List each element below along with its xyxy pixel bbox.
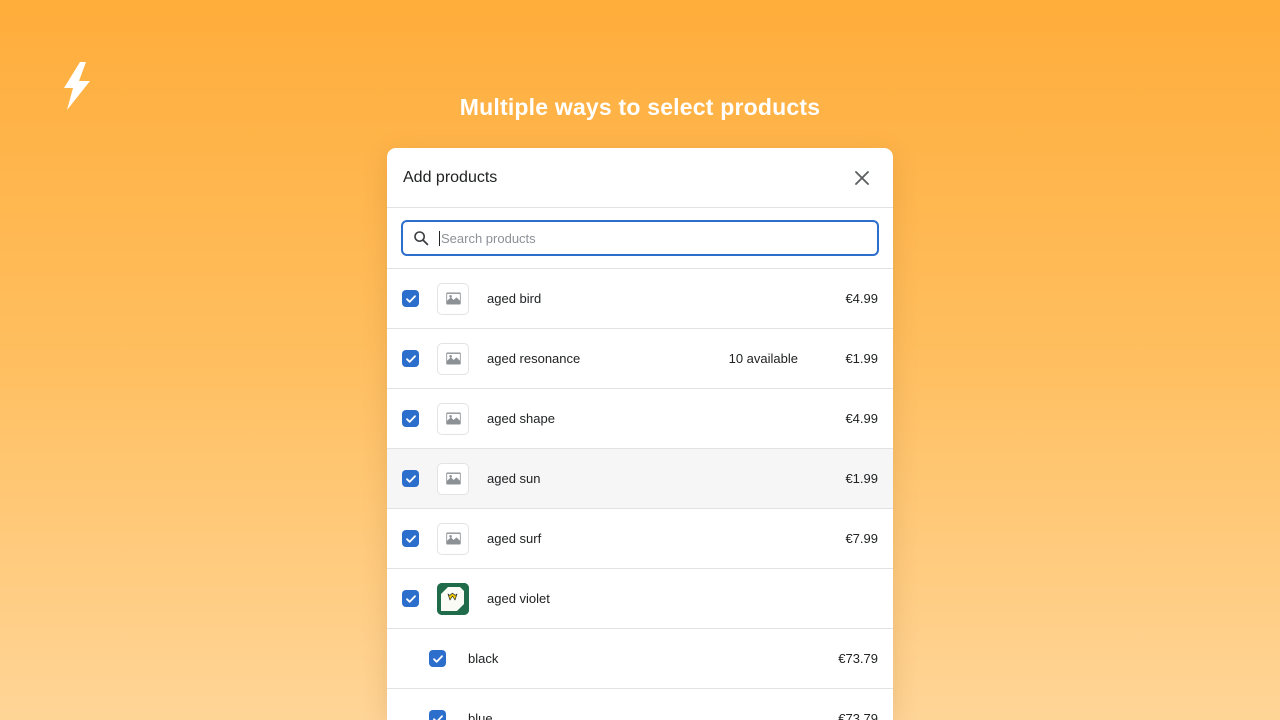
add-products-modal: Add products Search products aged bird€4… bbox=[387, 148, 893, 720]
product-row[interactable]: aged resonance10 available €1.99 bbox=[387, 328, 893, 388]
image-placeholder-icon bbox=[445, 470, 462, 487]
product-checkbox[interactable] bbox=[402, 530, 419, 547]
product-name: aged surf bbox=[487, 531, 824, 546]
close-button[interactable] bbox=[847, 163, 877, 193]
checkmark-icon bbox=[405, 353, 417, 365]
product-price: €73.79 bbox=[824, 651, 878, 666]
modal-header: Add products bbox=[387, 148, 893, 208]
checkmark-icon bbox=[432, 653, 444, 665]
image-placeholder-icon bbox=[445, 410, 462, 427]
product-thumbnail bbox=[437, 463, 469, 495]
product-thumbnail bbox=[437, 523, 469, 555]
product-price: €4.99 bbox=[824, 411, 878, 426]
product-name: aged sun bbox=[487, 471, 824, 486]
product-name: aged resonance bbox=[487, 351, 729, 366]
image-placeholder-icon bbox=[445, 530, 462, 547]
product-row[interactable]: aged sun€1.99 bbox=[387, 448, 893, 508]
product-name: aged bird bbox=[487, 291, 824, 306]
product-row[interactable]: aged bird€4.99 bbox=[387, 268, 893, 328]
product-row[interactable]: aged shape€4.99 bbox=[387, 388, 893, 448]
product-checkbox[interactable] bbox=[429, 710, 446, 720]
image-placeholder-icon bbox=[445, 290, 462, 307]
checkmark-icon bbox=[405, 293, 417, 305]
variant-row[interactable]: black€73.79 bbox=[387, 628, 893, 688]
product-price: €4.99 bbox=[824, 291, 878, 306]
image-placeholder-icon bbox=[445, 350, 462, 367]
product-thumbnail bbox=[437, 283, 469, 315]
checkmark-icon bbox=[405, 533, 417, 545]
search-input[interactable]: Search products bbox=[402, 221, 878, 255]
checkmark-icon bbox=[432, 713, 444, 720]
product-name: blue bbox=[468, 711, 824, 720]
product-name: aged violet bbox=[487, 591, 824, 606]
product-thumbnail bbox=[437, 583, 469, 615]
product-list[interactable]: aged bird€4.99aged resonance10 available… bbox=[387, 268, 893, 720]
product-checkbox[interactable] bbox=[402, 350, 419, 367]
product-availability: 10 available bbox=[729, 351, 798, 366]
variant-row[interactable]: blue€73.79 bbox=[387, 688, 893, 720]
product-checkbox[interactable] bbox=[402, 410, 419, 427]
product-row[interactable]: aged surf€7.99 bbox=[387, 508, 893, 568]
product-price: €7.99 bbox=[824, 531, 878, 546]
product-name: aged shape bbox=[487, 411, 824, 426]
checkmark-icon bbox=[405, 593, 417, 605]
checkmark-icon bbox=[405, 473, 417, 485]
product-row[interactable]: aged violet bbox=[387, 568, 893, 628]
product-thumbnail bbox=[437, 343, 469, 375]
product-name: black bbox=[468, 651, 824, 666]
product-checkbox[interactable] bbox=[402, 590, 419, 607]
search-icon bbox=[413, 230, 430, 247]
product-price: €1.99 bbox=[824, 471, 878, 486]
search-placeholder: Search products bbox=[441, 231, 536, 246]
product-checkbox[interactable] bbox=[402, 290, 419, 307]
modal-title: Add products bbox=[403, 169, 847, 187]
product-checkbox[interactable] bbox=[429, 650, 446, 667]
page-title: Multiple ways to select products bbox=[0, 94, 1280, 121]
product-price: €73.79 bbox=[824, 711, 878, 720]
checkmark-icon bbox=[405, 413, 417, 425]
text-caret bbox=[439, 231, 440, 246]
search-section: Search products bbox=[387, 208, 893, 268]
product-thumbnail bbox=[437, 403, 469, 435]
product-photo-green bbox=[437, 583, 469, 615]
close-icon bbox=[854, 170, 870, 186]
product-price: €1.99 bbox=[824, 351, 878, 366]
product-checkbox[interactable] bbox=[402, 470, 419, 487]
